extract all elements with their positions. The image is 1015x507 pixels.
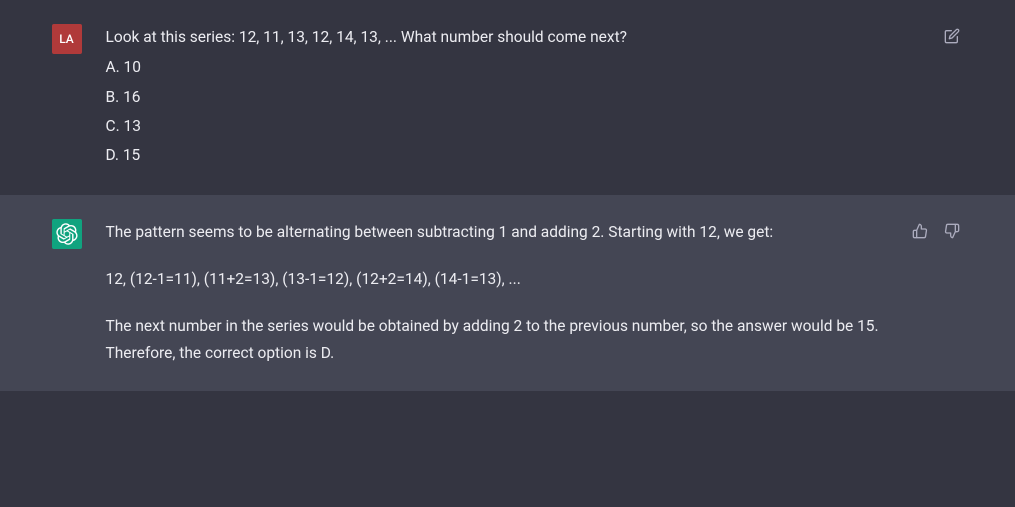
- assistant-paragraph-1: The pattern seems to be alternating betw…: [106, 219, 904, 246]
- user-avatar: LA: [52, 24, 82, 54]
- assistant-paragraph-2: 12, (12-1=11), (11+2=13), (13-1=12), (12…: [106, 266, 904, 293]
- user-content: Look at this series: 12, 11, 13, 12, 14,…: [106, 24, 964, 171]
- thumbs-up-icon: [912, 223, 928, 239]
- assistant-paragraph-3: The next number in the series would be o…: [106, 313, 904, 367]
- openai-logo-icon: [56, 223, 78, 245]
- user-message: LA Look at this series: 12, 11, 13, 12, …: [0, 0, 1015, 195]
- assistant-avatar: [52, 219, 82, 249]
- user-avatar-label: LA: [59, 29, 74, 50]
- assistant-message-inner: The pattern seems to be alternating betw…: [28, 219, 988, 368]
- thumbs-down-icon: [944, 223, 960, 239]
- option-b: B. 16: [106, 83, 904, 112]
- assistant-content: The pattern seems to be alternating betw…: [106, 219, 964, 368]
- thumbs-up-button[interactable]: [908, 219, 932, 243]
- assistant-message: The pattern seems to be alternating betw…: [0, 195, 1015, 392]
- edit-icon: [944, 28, 960, 44]
- thumbs-down-button[interactable]: [940, 219, 964, 243]
- user-actions: [940, 24, 964, 48]
- answer-options: A. 10 B. 16 C. 13 D. 15: [106, 53, 904, 171]
- option-a: A. 10: [106, 53, 904, 82]
- assistant-actions: [908, 219, 964, 243]
- user-question: Look at this series: 12, 11, 13, 12, 14,…: [106, 24, 904, 51]
- user-message-inner: LA Look at this series: 12, 11, 13, 12, …: [28, 24, 988, 171]
- option-d: D. 15: [106, 141, 904, 170]
- option-c: C. 13: [106, 112, 904, 141]
- edit-button[interactable]: [940, 24, 964, 48]
